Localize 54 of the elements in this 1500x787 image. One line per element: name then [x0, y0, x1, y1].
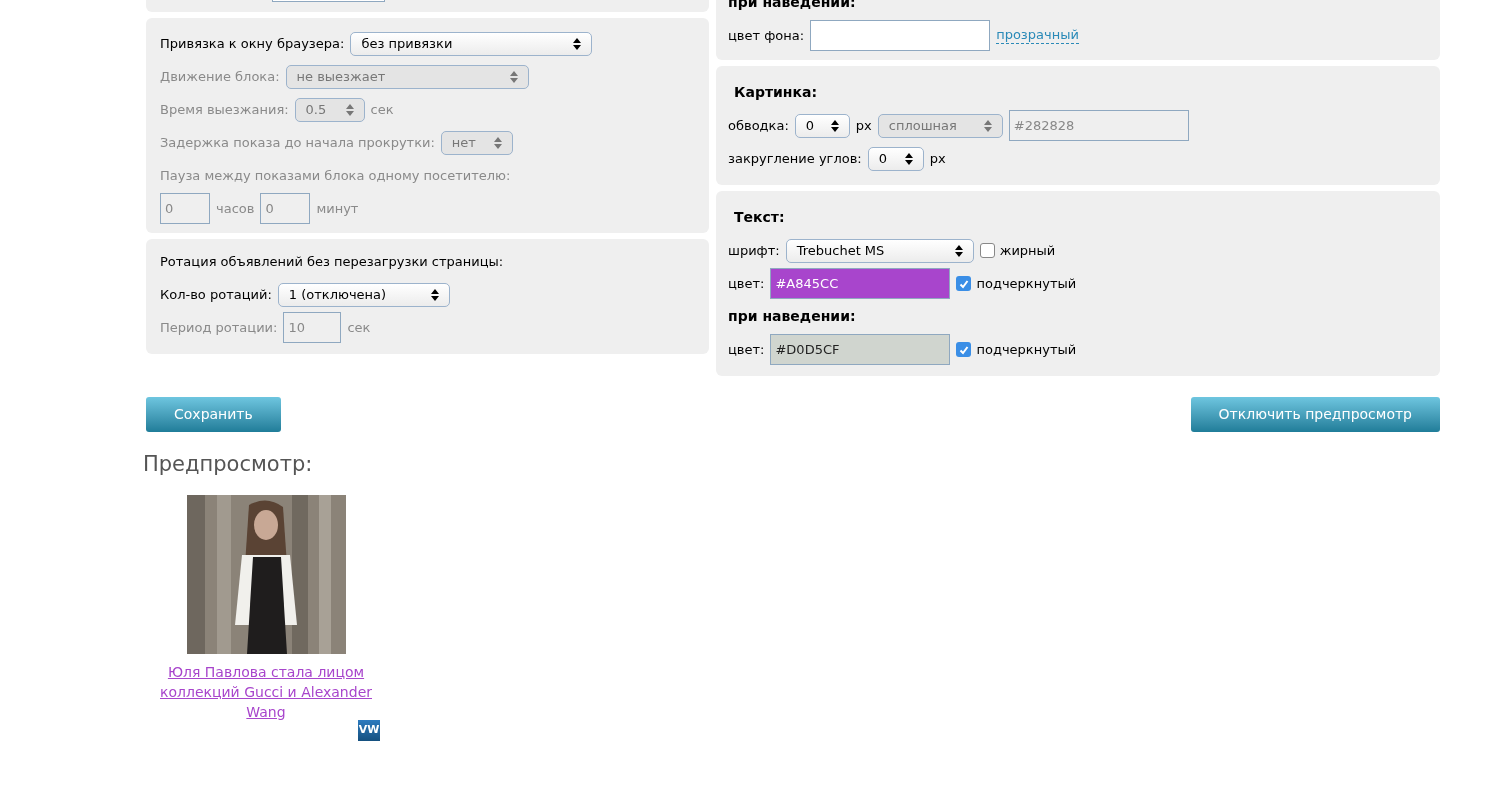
checkbox[interactable]	[956, 342, 972, 357]
preview-heading: Предпросмотр:	[143, 451, 314, 478]
field-label: Движение блока:	[160, 67, 280, 86]
field-label: обводка:	[728, 116, 789, 135]
checkbox-option[interactable]: подчеркнутый	[956, 339, 1077, 360]
color-field[interactable]: #A845CC	[770, 268, 951, 299]
section-heading: Картинка:	[734, 83, 818, 102]
check-icon	[958, 278, 969, 289]
field-label: шрифт:	[728, 241, 780, 260]
field-label: цвет фона:	[728, 26, 805, 45]
field-label: Задержка показа до начала прокрутки:	[160, 133, 435, 152]
field-label: часов	[216, 199, 255, 218]
color-field[interactable]: #D0D5CF	[770, 334, 951, 365]
select-field[interactable]: 0	[867, 146, 924, 171]
field-label: Период ротации:	[160, 318, 278, 337]
field-label: Привязка к окну браузера:	[160, 34, 345, 53]
brand-badge: VW	[358, 719, 380, 741]
select-arrows-icon	[904, 152, 913, 165]
select-arrows-icon	[830, 119, 839, 132]
text-field[interactable]	[810, 20, 991, 51]
field-label: цвет:	[728, 340, 765, 359]
field-label: Кол-во ротаций:	[160, 285, 272, 304]
checkbox[interactable]	[956, 276, 972, 291]
field-label: сек	[370, 100, 394, 119]
checkbox-option[interactable]: жирный	[979, 240, 1056, 261]
check-icon	[958, 344, 969, 355]
select-arrows-icon	[430, 288, 439, 301]
field-label: px	[855, 116, 872, 135]
transparent-link[interactable]: прозрачный	[996, 27, 1079, 44]
select-field[interactable]: 0	[794, 113, 850, 138]
select-arrows-icon	[573, 37, 582, 50]
select-arrows-icon	[509, 70, 518, 83]
select-arrows-icon	[345, 103, 354, 116]
section-heading: Текст:	[734, 208, 785, 227]
field-label: Время выезжания:	[160, 100, 289, 119]
headline-link[interactable]: Юля Павлова стала лицом коллекций Gucci и Alexander Wang	[146, 661, 386, 722]
select-field[interactable]: Trebuchet MS	[785, 238, 974, 263]
field-label: сек	[347, 318, 371, 337]
field-label: px	[929, 149, 946, 168]
checkbox-option[interactable]: подчеркнутый	[956, 273, 1077, 294]
select-arrows-icon	[954, 244, 963, 257]
select-field[interactable]: 1 (отключена)	[277, 282, 450, 307]
select-arrows-icon	[493, 136, 502, 149]
field-label: Ротация объявлений без перезагрузки страницы:	[160, 252, 504, 271]
checkbox[interactable]	[979, 243, 995, 258]
disable-preview-button[interactable]: Отключить предпросмотр	[1190, 397, 1440, 432]
field-label: закругление углов:	[728, 149, 862, 168]
section-heading: при наведении:	[728, 307, 856, 326]
save-button[interactable]: Сохранить	[146, 397, 281, 432]
select-arrows-icon	[983, 119, 992, 132]
field-label: минут	[316, 199, 359, 218]
select-field[interactable]: без привязки	[350, 31, 593, 56]
field-label: Пауза между показами блока одному посетителю:	[160, 166, 511, 185]
field-label: цвет:	[728, 274, 765, 293]
